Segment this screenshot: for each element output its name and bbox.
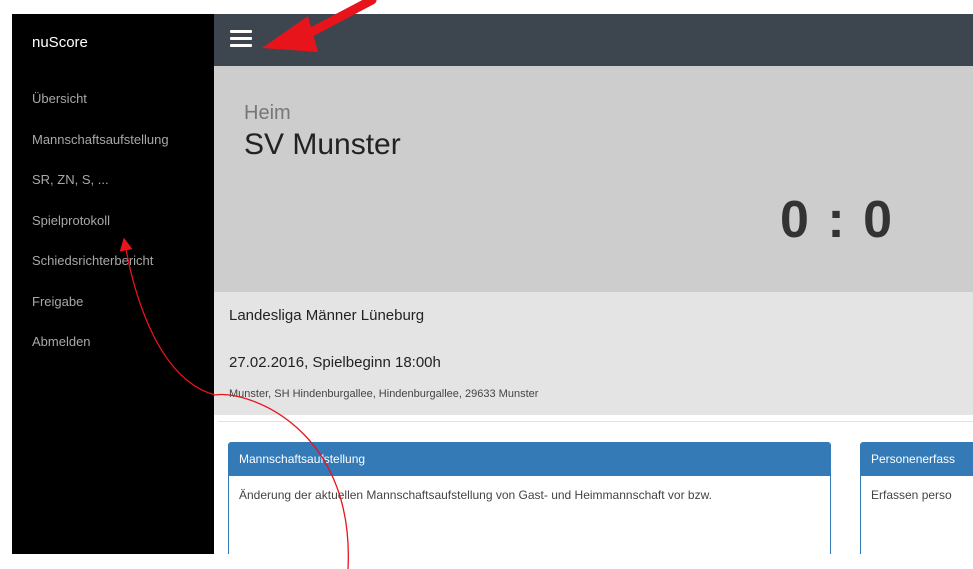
- match-info-panel: Landesliga Männer Lüneburg 27.02.2016, S…: [214, 292, 973, 415]
- sidebar-item-spielprotokoll[interactable]: Spielprotokoll: [12, 212, 214, 253]
- card-text: Änderung der aktuellen Mannschaftsaufste…: [239, 488, 712, 502]
- card-text: Erfassen perso: [871, 488, 952, 502]
- match-datetime: 27.02.2016, Spielbeginn 18:00h: [229, 354, 441, 371]
- sidebar-item-abmelden[interactable]: Abmelden: [12, 333, 214, 374]
- sidebar-item-schiedsrichterbericht[interactable]: Schiedsrichterbericht: [12, 252, 214, 293]
- page-margin-top: [0, 0, 973, 14]
- match-venue: Munster, SH Hindenburgallee, Hindenburga…: [229, 388, 539, 400]
- score-panel: Heim SV Munster 0 : 0: [214, 66, 973, 292]
- page-margin: [0, 554, 973, 569]
- sidebar-item-mannschaftsaufstellung[interactable]: Mannschaftsaufstellung: [12, 131, 214, 172]
- score-display: 0 : 0: [780, 191, 895, 249]
- brand-logo[interactable]: nuScore: [32, 34, 88, 51]
- sidebar-nav: Übersicht Mannschaftsaufstellung SR, ZN,…: [12, 90, 214, 374]
- content-divider: [218, 421, 973, 422]
- top-bar: [214, 14, 973, 66]
- sidebar-item-sr-zn-s[interactable]: SR, ZN, S, ...: [12, 171, 214, 212]
- card-title[interactable]: Mannschaftsaufstellung: [229, 443, 830, 476]
- sidebar: nuScore Übersicht Mannschaftsaufstellung…: [12, 14, 214, 554]
- hamburger-menu-icon[interactable]: [230, 28, 254, 50]
- home-label: Heim: [244, 102, 291, 124]
- home-team-name: SV Munster: [244, 128, 401, 161]
- card-title[interactable]: Personenerfass: [861, 443, 973, 476]
- card-mannschaftsaufstellung[interactable]: Mannschaftsaufstellung Änderung der aktu…: [228, 442, 831, 564]
- page-margin-left: [0, 0, 12, 569]
- sidebar-item-uebersicht[interactable]: Übersicht: [12, 90, 214, 131]
- league-name: Landesliga Männer Lüneburg: [229, 307, 425, 324]
- card-personenerfassung[interactable]: Personenerfass Erfassen perso: [860, 442, 973, 564]
- sidebar-item-freigabe[interactable]: Freigabe: [12, 293, 214, 334]
